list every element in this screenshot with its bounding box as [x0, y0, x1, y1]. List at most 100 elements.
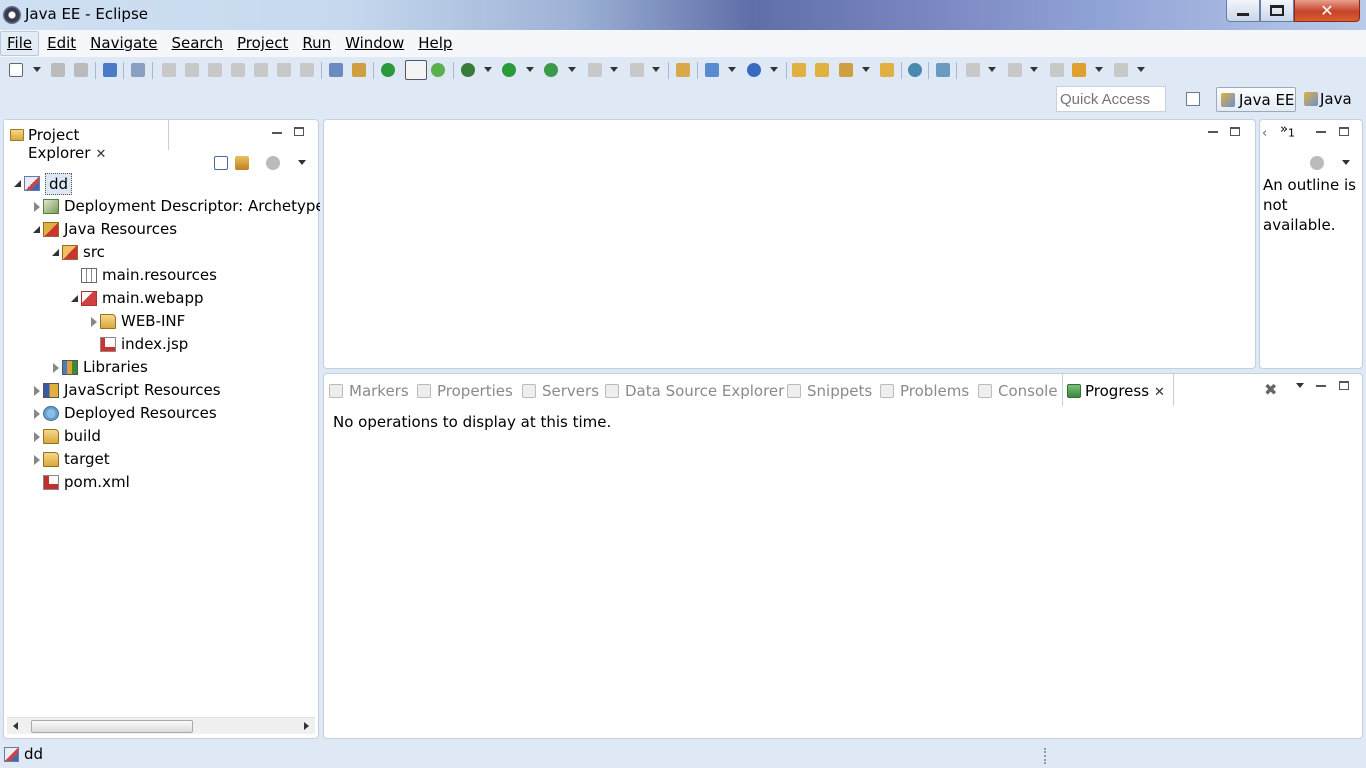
- menu-window[interactable]: Window: [339, 31, 410, 56]
- use-step-filters-icon[interactable]: [329, 63, 343, 77]
- run-icon[interactable]: [502, 63, 516, 77]
- tab-problems[interactable]: Problems: [880, 382, 969, 402]
- collapse-all-icon[interactable]: [214, 156, 228, 170]
- collapsed-arrow-icon[interactable]: [53, 363, 59, 373]
- step-return-icon[interactable]: [300, 63, 314, 77]
- tree-item[interactable]: main.webapp: [4, 287, 320, 310]
- web-browser-icon[interactable]: [908, 63, 922, 77]
- tree-item[interactable]: JavaScript Resources: [4, 379, 320, 402]
- scroll-thumb[interactable]: [31, 720, 193, 733]
- previous-annotation-icon[interactable]: [1008, 63, 1022, 77]
- menu-search[interactable]: Search: [165, 31, 229, 56]
- link-with-editor-icon[interactable]: [235, 156, 249, 170]
- search-icon[interactable]: [839, 63, 853, 77]
- collapsed-arrow-icon[interactable]: [34, 409, 40, 419]
- maximize-view-icon[interactable]: [294, 127, 304, 136]
- next-annotation-dropdown-icon[interactable]: [988, 67, 996, 72]
- focus-task-icon[interactable]: [266, 156, 280, 170]
- suspend-icon[interactable]: [185, 63, 199, 77]
- focus-task-icon[interactable]: [1310, 156, 1324, 170]
- tree-item[interactable]: main.resources: [4, 264, 320, 287]
- expanded-arrow-icon[interactable]: [33, 226, 40, 233]
- restore-button[interactable]: [1260, 0, 1294, 22]
- step-over-icon[interactable]: [277, 63, 291, 77]
- menu-edit[interactable]: Edit: [41, 31, 82, 56]
- tree-item[interactable]: dd: [4, 172, 320, 195]
- close-button[interactable]: ✕: [1294, 0, 1360, 22]
- save-all-icon[interactable]: [74, 63, 88, 77]
- external-tool-dropdown-icon[interactable]: [568, 67, 576, 72]
- collapsed-arrow-icon[interactable]: [34, 432, 40, 442]
- start-server-icon[interactable]: [381, 63, 395, 77]
- profile-icon[interactable]: [630, 63, 644, 77]
- new-icon[interactable]: [9, 63, 23, 77]
- tree-item[interactable]: Deployed Resources: [4, 402, 320, 425]
- tab-console[interactable]: Console: [978, 382, 1058, 402]
- tree-item[interactable]: build: [4, 425, 320, 448]
- new-ejb-icon[interactable]: [676, 63, 690, 77]
- back-dropdown-icon[interactable]: [1095, 67, 1103, 72]
- minimize-view-icon[interactable]: [272, 132, 282, 134]
- class-dropdown-icon[interactable]: [770, 67, 778, 72]
- remove-all-finished-icon[interactable]: ✖: [1264, 380, 1277, 399]
- chevron-left-icon[interactable]: ‹: [1262, 126, 1267, 141]
- maximize-editor-icon[interactable]: [1230, 127, 1240, 136]
- resume-icon[interactable]: [162, 63, 176, 77]
- collapsed-arrow-icon[interactable]: [91, 317, 97, 327]
- horizontal-scrollbar[interactable]: [7, 717, 315, 734]
- web-service-icon[interactable]: [352, 63, 366, 77]
- debug-icon[interactable]: [461, 63, 475, 77]
- menu-run[interactable]: Run: [296, 31, 337, 56]
- collapsed-arrow-icon[interactable]: [34, 202, 40, 212]
- new-dropdown-icon[interactable]: [33, 67, 41, 72]
- quick-access-input[interactable]: [1056, 86, 1166, 112]
- view-menu-icon[interactable]: [1296, 383, 1304, 388]
- hidden-views-chevron[interactable]: »1: [1280, 122, 1295, 140]
- save-icon[interactable]: [51, 63, 65, 77]
- expanded-arrow-icon[interactable]: [14, 180, 21, 187]
- tab-progress[interactable]: Progress ✕: [1062, 374, 1174, 406]
- forward-icon[interactable]: [1114, 63, 1128, 77]
- maximize-view-icon[interactable]: [1339, 381, 1349, 390]
- next-annotation-icon[interactable]: [966, 63, 980, 77]
- new-java-class-icon[interactable]: [747, 63, 761, 77]
- tree-item[interactable]: Libraries: [4, 356, 320, 379]
- spring-icon[interactable]: [431, 63, 445, 77]
- open-type-icon[interactable]: [792, 63, 806, 77]
- profile-dropdown-icon[interactable]: [652, 67, 660, 72]
- tree-item[interactable]: index.jsp: [4, 333, 320, 356]
- collapsed-arrow-icon[interactable]: [34, 386, 40, 396]
- open-perspective-icon[interactable]: [880, 63, 894, 77]
- scroll-right-icon[interactable]: [304, 722, 309, 730]
- minimize-button[interactable]: [1226, 0, 1260, 22]
- tab-servers[interactable]: Servers: [522, 382, 599, 402]
- view-menu-icon[interactable]: [1342, 160, 1350, 165]
- menu-navigate[interactable]: Navigate: [84, 31, 163, 56]
- run-dropdown-icon[interactable]: [526, 67, 534, 72]
- tree-item[interactable]: src: [4, 241, 320, 264]
- scroll-left-icon[interactable]: [13, 722, 18, 730]
- menu-project[interactable]: Project: [231, 31, 294, 56]
- previous-annotation-dropdown-icon[interactable]: [1030, 67, 1038, 72]
- close-tab-icon[interactable]: ✕: [95, 147, 106, 162]
- tab-project-explorer[interactable]: Project Explorer ✕: [4, 120, 169, 162]
- server-dropdown-icon[interactable]: [728, 67, 736, 72]
- search-dropdown-icon[interactable]: [862, 67, 870, 72]
- tab-properties[interactable]: Properties: [417, 382, 513, 402]
- tab-data-source-explorer[interactable]: Data Source Explorer: [605, 382, 784, 402]
- run-external-tool-icon[interactable]: [544, 63, 558, 77]
- collapsed-arrow-icon[interactable]: [34, 455, 40, 465]
- tab-markers[interactable]: Markers: [329, 382, 409, 402]
- view-menu-icon[interactable]: [298, 160, 306, 165]
- last-edit-location-icon[interactable]: [1050, 63, 1064, 77]
- expanded-arrow-icon[interactable]: [71, 295, 78, 302]
- maximize-view-icon[interactable]: [1339, 127, 1349, 136]
- close-tab-icon[interactable]: ✕: [1154, 385, 1165, 400]
- minimize-view-icon[interactable]: [1316, 131, 1326, 133]
- terminal-icon[interactable]: [103, 63, 117, 77]
- tree-item[interactable]: WEB-INF: [4, 310, 320, 333]
- editor-area[interactable]: [323, 119, 1256, 369]
- team-sync-icon[interactable]: [936, 63, 950, 77]
- forward-dropdown-icon[interactable]: [1137, 67, 1145, 72]
- tree-item[interactable]: Java Resources: [4, 218, 320, 241]
